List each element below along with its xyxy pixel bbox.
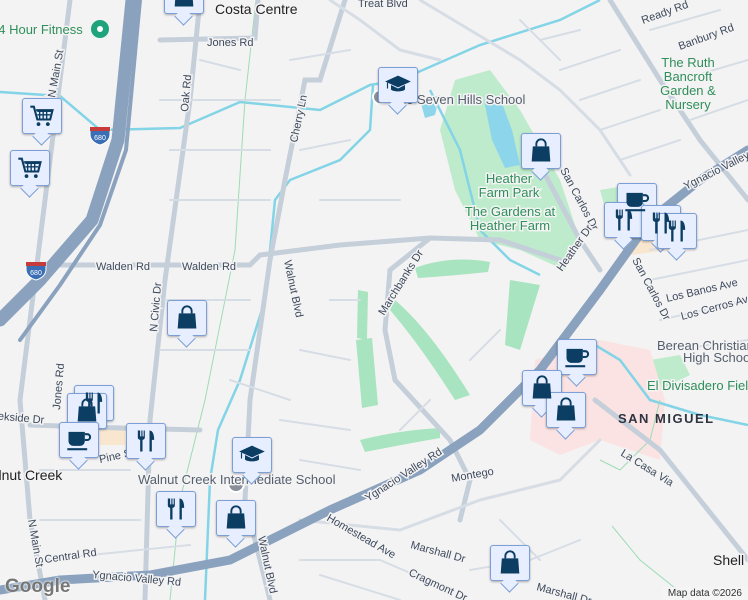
label-walden-rd: Walden Rd [182, 261, 236, 273]
map-labels: Costa Centre Treat Blvd 24 Hour Fitness … [0, 0, 748, 600]
shopping-bag-icon [552, 396, 580, 424]
label-ruth-bancroft: Garden & [660, 83, 716, 98]
shopping-bag-marker[interactable] [164, 0, 204, 14]
school-marker[interactable] [232, 437, 272, 473]
i680-shield: 680 [89, 127, 111, 146]
restaurant-marker[interactable] [156, 491, 196, 527]
shopping-bag-marker[interactable] [216, 500, 256, 536]
label-central-rd: Central Rd [44, 547, 98, 566]
label-marshall-dr: Marshall Dr [535, 581, 593, 600]
map-attribution[interactable]: Map data ©2026 [661, 587, 748, 600]
restaurant-marker[interactable] [657, 213, 697, 249]
shopping-bag-icon [170, 0, 198, 10]
grocery-cart-marker[interactable] [22, 98, 62, 134]
label-cherry-ln: Cherry Ln [288, 94, 310, 144]
label-costa-centre: Costa Centre [215, 1, 298, 17]
cafe-marker[interactable] [59, 422, 99, 458]
label-homestead-ave: Homestead Ave [325, 512, 398, 561]
label-montego: Montego [450, 466, 494, 485]
label-el-divisadero-field: El Divisadero Field [647, 378, 748, 393]
shopping-bag-icon [173, 304, 201, 332]
label-oak-rd: Oak Rd [179, 74, 194, 112]
school-marker[interactable] [378, 67, 418, 103]
fork-knife-icon [663, 217, 691, 245]
label-ygnacio-valley-rd: Ygnacio Valley Rd [363, 446, 444, 505]
label-n-main-st: N Main St [25, 518, 45, 568]
label-walnut-creek-intermediate: Walnut Creek Intermediate School [138, 472, 336, 487]
label-gardens-heather-farm: The Gardens at [465, 204, 556, 219]
label-san-miguel: SAN MIGUEL [618, 411, 715, 426]
svg-text:680: 680 [30, 270, 42, 277]
google-logo: Google [5, 576, 71, 597]
shopping-bag-icon [527, 137, 555, 165]
graduation-cap-icon [238, 441, 266, 469]
map-canvas[interactable]: 680 680 Costa Centre Treat Blvd 24 Hour … [0, 0, 748, 600]
shopping-bag-marker[interactable] [521, 133, 561, 169]
fork-knife-icon [132, 427, 160, 455]
shopping-bag-marker[interactable] [167, 300, 207, 336]
graduation-cap-icon [384, 71, 412, 99]
creeks [0, 0, 748, 600]
coffee-cup-icon [65, 426, 93, 454]
svg-text:680: 680 [94, 135, 106, 142]
cafe-marker[interactable] [557, 339, 597, 375]
fork-knife-icon [610, 206, 638, 234]
label-berean-christian: High School [683, 350, 748, 365]
shopping-bag-marker[interactable] [546, 392, 586, 428]
label-walnut-blvd: Walnut Blvd [281, 259, 305, 319]
label-jones-rd: Jones Rd [51, 363, 67, 410]
label-san-carlos-dr: San Carlos Dr [629, 256, 672, 323]
shopping-cart-icon [16, 154, 44, 182]
label-walnut-blvd: Walnut Blvd [255, 535, 279, 595]
label-marshall-dr: Marshall Dr [409, 539, 467, 565]
label-24-hour-fitness: 24 Hour Fitness [0, 22, 83, 37]
shopping-bag-icon [496, 549, 524, 577]
label-banbury-rd: Banbury Rd [677, 22, 736, 53]
label-walden-rd-small: Walden Rd [96, 261, 150, 273]
label-shell-ridge: Shell Ridge [713, 552, 748, 568]
label-jones-rd: Jones Rd [207, 37, 253, 49]
grocery-cart-marker[interactable] [10, 150, 50, 186]
label-ruth-bancroft: Nursery [665, 97, 711, 112]
label-walnut-creek: Walnut Creek [0, 467, 63, 483]
fitness-pin[interactable] [91, 20, 109, 38]
label-n-main-st-top: N Main St [46, 49, 66, 99]
label-cragmont-dr: Cragmont Dr [407, 567, 469, 600]
label-gardens-heather-farm: Heather Farm [470, 218, 550, 233]
label-ready-rd: Ready Rd [640, 0, 690, 27]
label-ruth-bancroft: The Ruth [661, 55, 714, 70]
restaurant-marker[interactable] [126, 423, 166, 459]
shopping-cart-icon [28, 102, 56, 130]
label-heather-farm-park: Heather [486, 171, 533, 186]
commercial-area [100, 428, 125, 445]
fork-knife-icon [162, 495, 190, 523]
label-treat-blvd: Treat Blvd [358, 0, 408, 10]
label-heather-farm-park: Farm Park [479, 185, 540, 200]
shopping-bag-icon [222, 504, 250, 532]
shopping-bag-marker[interactable] [490, 545, 530, 581]
coffee-cup-icon [563, 343, 591, 371]
label-ruth-bancroft: Bancroft [664, 69, 713, 84]
shopping-bag-icon [73, 397, 101, 425]
